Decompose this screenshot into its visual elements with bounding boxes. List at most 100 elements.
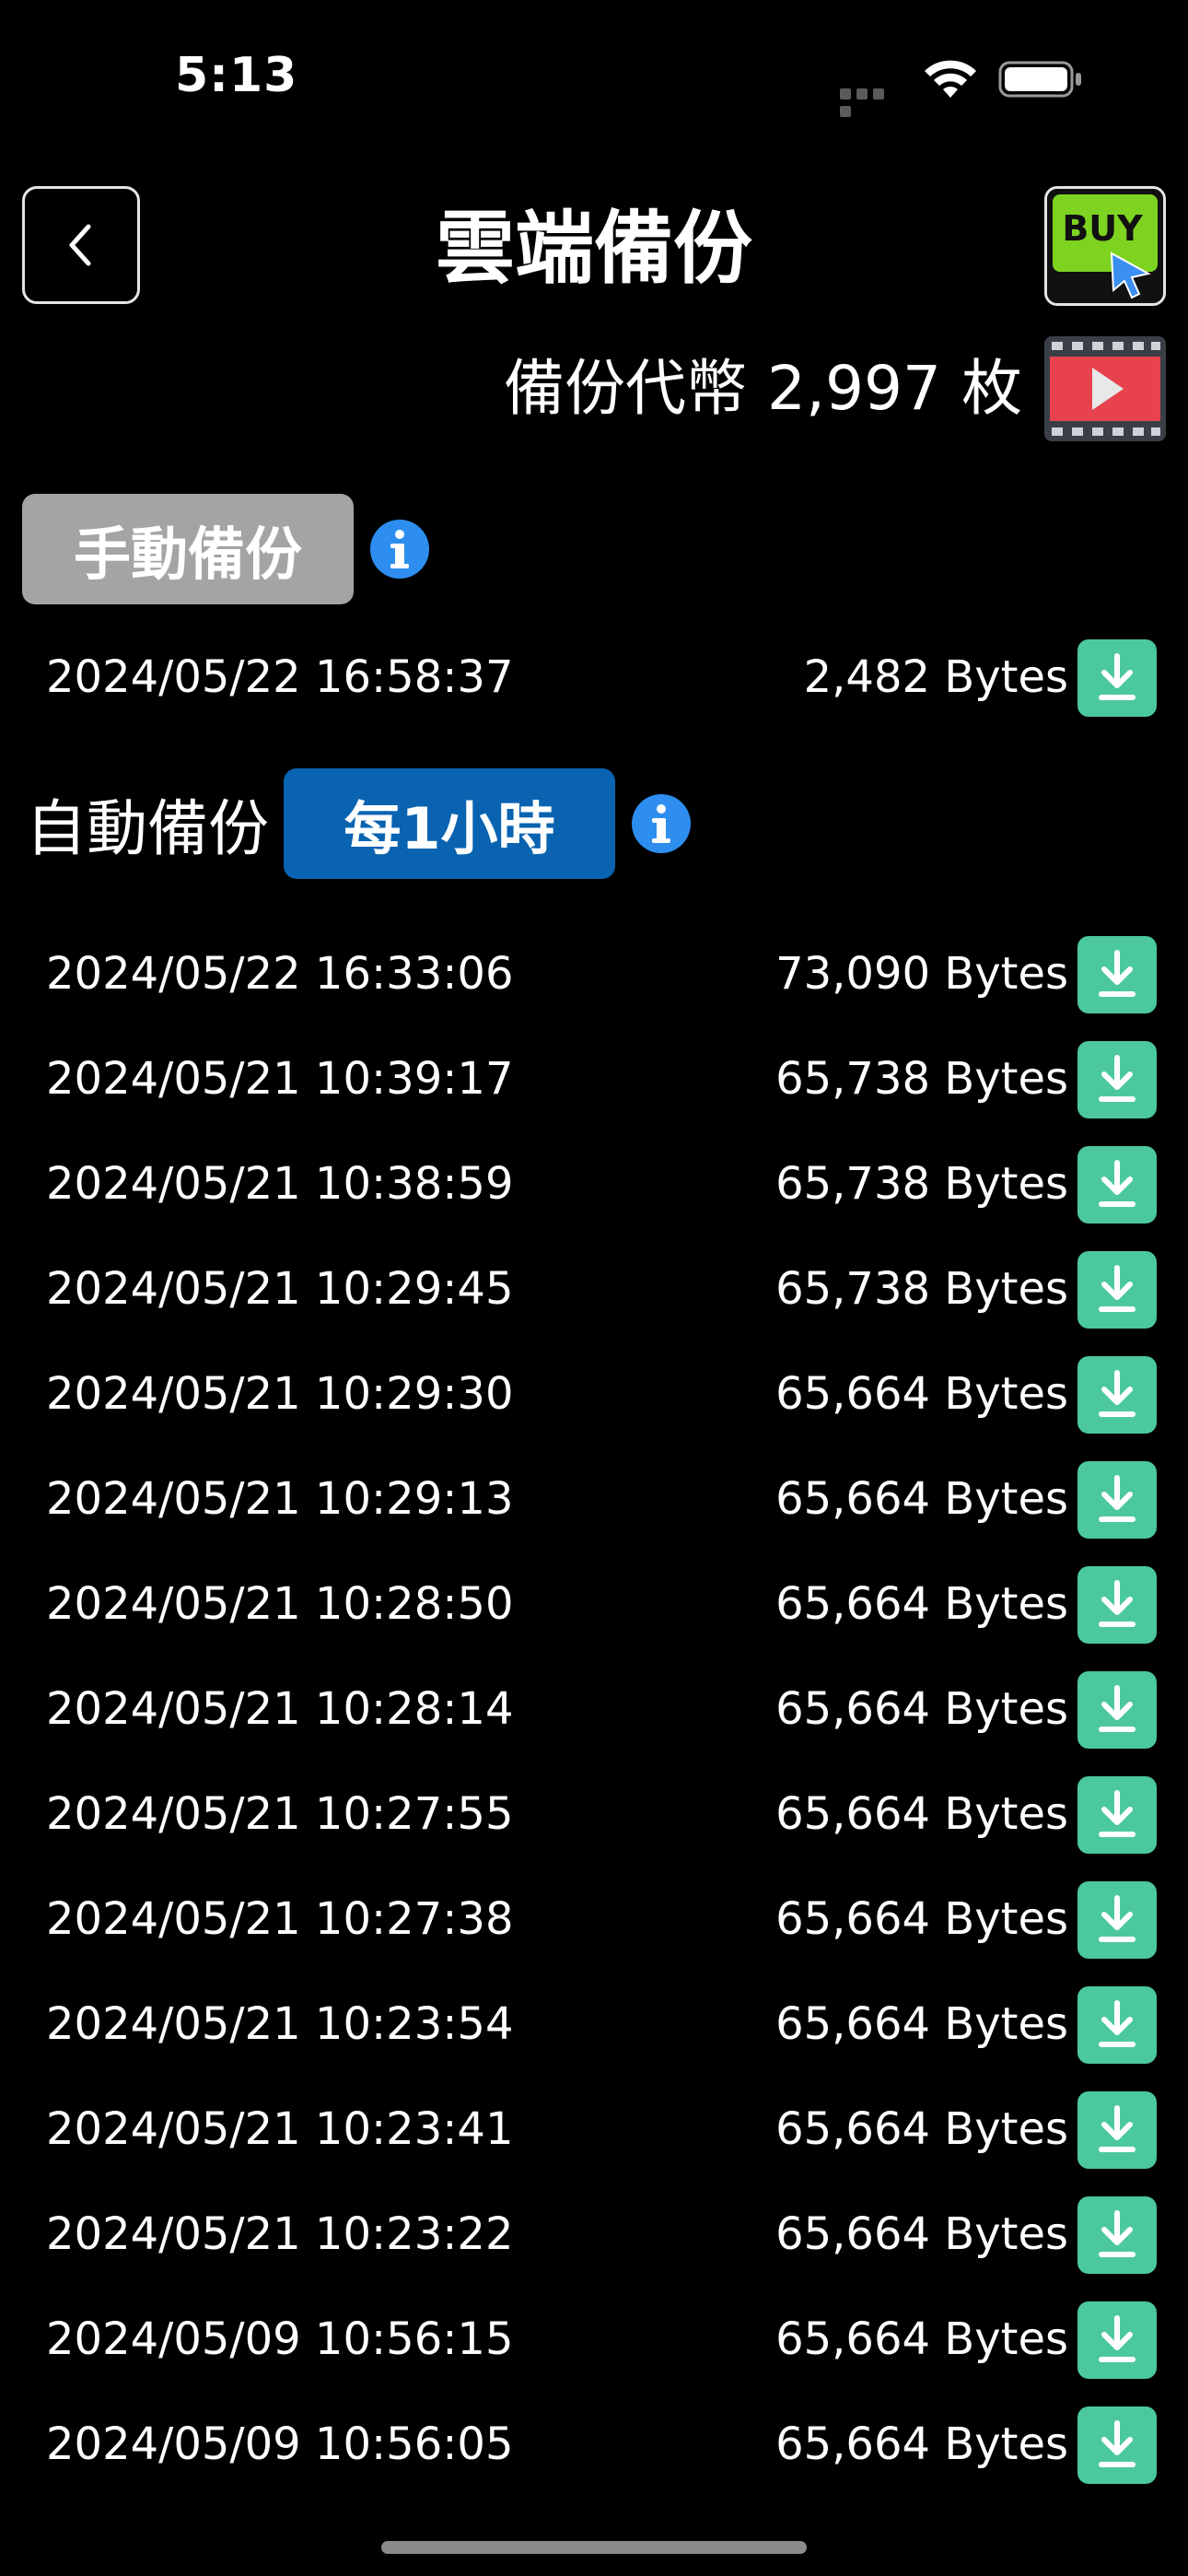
token-balance: 備份代幣 2,997 枚: [504, 343, 1022, 435]
download-button[interactable]: [1077, 639, 1157, 717]
buy-icon: BUY: [1047, 189, 1163, 303]
download-icon: [1099, 653, 1136, 700]
download-icon: [1099, 2000, 1136, 2047]
auto-backup-row: 2024/05/21 10:28:14 65,664 Bytes: [0, 1657, 1188, 1762]
download-button[interactable]: [1077, 1566, 1157, 1644]
auto-backup-row: 2024/05/21 10:38:59 65,738 Bytes: [0, 1131, 1188, 1236]
status-bar: 5:13: [0, 0, 1188, 157]
auto-backup-label: 自動備份: [26, 793, 269, 864]
download-button[interactable]: [1077, 1461, 1157, 1539]
download-icon: [1099, 1265, 1136, 1312]
download-button[interactable]: [1077, 1776, 1157, 1854]
auto-backup-row: 2024/05/21 10:28:50 65,664 Bytes: [0, 1551, 1188, 1657]
auto-backup-row: 2024/05/09 10:56:05 65,664 Bytes: [0, 2392, 1188, 2497]
backup-size: 2,482 Bytes: [803, 651, 1068, 703]
download-icon: [1099, 1160, 1136, 1207]
backup-date: 2024/05/21 10:28:50: [46, 1578, 514, 1630]
buy-button[interactable]: BUY: [1044, 186, 1166, 306]
download-icon: [1099, 1790, 1136, 1837]
token-count: 2,997: [767, 353, 941, 424]
auto-backup-row: 2024/05/21 10:39:17 65,738 Bytes: [0, 1026, 1188, 1131]
auto-backup-row: 2024/05/21 10:27:38 65,664 Bytes: [0, 1867, 1188, 1972]
download-button[interactable]: [1077, 2301, 1157, 2379]
auto-backup-row: 2024/05/21 10:23:54 65,664 Bytes: [0, 1972, 1188, 2077]
backup-date: 2024/05/09 10:56:15: [46, 2313, 514, 2365]
backup-date: 2024/05/21 10:23:22: [46, 2208, 514, 2260]
manual-backup-button[interactable]: 手動備份: [22, 494, 354, 604]
download-button[interactable]: [1077, 1356, 1157, 1434]
download-button[interactable]: [1077, 2406, 1157, 2484]
auto-backup-header: 自動備份 每1小時: [26, 768, 693, 879]
info-icon[interactable]: [630, 792, 693, 855]
auto-backup-row: 2024/05/21 10:29:30 65,664 Bytes: [0, 1341, 1188, 1446]
backup-size: 65,664 Bytes: [775, 2103, 1068, 2155]
backup-size: 65,738 Bytes: [775, 1053, 1068, 1105]
download-icon: [1099, 2105, 1136, 2152]
download-button[interactable]: [1077, 1881, 1157, 1959]
backup-size: 65,664 Bytes: [775, 1368, 1068, 1420]
backup-size: 65,664 Bytes: [775, 2208, 1068, 2260]
manual-backup-header: 手動備份: [22, 494, 431, 604]
download-icon: [1099, 1685, 1136, 1732]
download-button[interactable]: [1077, 1146, 1157, 1224]
backup-size: 73,090 Bytes: [775, 948, 1068, 1000]
status-time: 5:13: [175, 48, 298, 103]
auto-backup-row: 2024/05/21 10:27:55 65,664 Bytes: [0, 1762, 1188, 1867]
backup-date: 2024/05/21 10:39:17: [46, 1053, 514, 1105]
download-button[interactable]: [1077, 2196, 1157, 2274]
info-icon[interactable]: [368, 518, 431, 580]
download-button[interactable]: [1077, 1251, 1157, 1329]
watch-video-button[interactable]: [1044, 336, 1166, 441]
download-icon: [1099, 1370, 1136, 1417]
manual-backup-row: 2024/05/22 16:58:37 2,482 Bytes: [0, 625, 1188, 730]
backup-date: 2024/05/22 16:33:06: [46, 948, 514, 1000]
signal-dots-icon: [840, 86, 904, 117]
download-icon: [1099, 1580, 1136, 1627]
download-icon: [1099, 2210, 1136, 2257]
download-button[interactable]: [1077, 2091, 1157, 2169]
backup-date: 2024/05/21 10:23:41: [46, 2103, 514, 2155]
backup-date: 2024/05/21 10:28:14: [46, 1683, 514, 1735]
backup-size: 65,664 Bytes: [775, 2313, 1068, 2365]
backup-date: 2024/05/21 10:38:59: [46, 1158, 514, 1210]
auto-backup-row: 2024/05/21 10:29:13 65,664 Bytes: [0, 1446, 1188, 1551]
download-button[interactable]: [1077, 936, 1157, 1013]
download-icon: [1099, 2315, 1136, 2362]
backup-size: 65,664 Bytes: [775, 1578, 1068, 1630]
backup-date: 2024/05/21 10:29:13: [46, 1473, 514, 1525]
download-icon: [1099, 1475, 1136, 1522]
download-button[interactable]: [1077, 1041, 1157, 1118]
home-indicator[interactable]: [381, 2541, 807, 2554]
backup-size: 65,664 Bytes: [775, 1893, 1068, 1945]
backup-size: 65,738 Bytes: [775, 1263, 1068, 1315]
auto-backup-row: 2024/05/21 10:29:45 65,738 Bytes: [0, 1236, 1188, 1341]
backup-size: 65,738 Bytes: [775, 1158, 1068, 1210]
download-button[interactable]: [1077, 1671, 1157, 1749]
backup-size: 65,664 Bytes: [775, 2418, 1068, 2470]
backup-date: 2024/05/21 10:27:55: [46, 1788, 514, 1840]
wifi-icon: [925, 60, 976, 98]
page-title: 雲端備份: [436, 203, 752, 295]
download-icon: [1099, 1895, 1136, 1942]
backup-size: 65,664 Bytes: [775, 1473, 1068, 1525]
download-icon: [1099, 1055, 1136, 1102]
backup-date: 2024/05/21 10:27:38: [46, 1893, 514, 1945]
backup-size: 65,664 Bytes: [775, 1788, 1068, 1840]
backup-date: 2024/05/21 10:23:54: [46, 1998, 514, 2050]
auto-backup-row: 2024/05/21 10:23:22 65,664 Bytes: [0, 2182, 1188, 2287]
download-icon: [1099, 2420, 1136, 2467]
video-play-icon: [1044, 336, 1166, 441]
backup-size: 65,664 Bytes: [775, 1683, 1068, 1735]
backup-interval-button[interactable]: 每1小時: [284, 768, 615, 879]
backup-size: 65,664 Bytes: [775, 1998, 1068, 2050]
auto-backup-row: 2024/05/09 10:56:15 65,664 Bytes: [0, 2287, 1188, 2392]
auto-backup-row: 2024/05/21 10:23:41 65,664 Bytes: [0, 2077, 1188, 2182]
token-label: 備份代幣: [504, 353, 748, 424]
backup-date: 2024/05/21 10:29:30: [46, 1368, 514, 1420]
backup-date: 2024/05/09 10:56:05: [46, 2418, 514, 2470]
download-button[interactable]: [1077, 1986, 1157, 2064]
buy-badge-text: BUY: [1062, 208, 1143, 249]
auto-backup-row: 2024/05/22 16:33:06 73,090 Bytes: [0, 921, 1188, 1026]
backup-date: 2024/05/22 16:58:37: [46, 651, 514, 703]
backup-date: 2024/05/21 10:29:45: [46, 1263, 514, 1315]
